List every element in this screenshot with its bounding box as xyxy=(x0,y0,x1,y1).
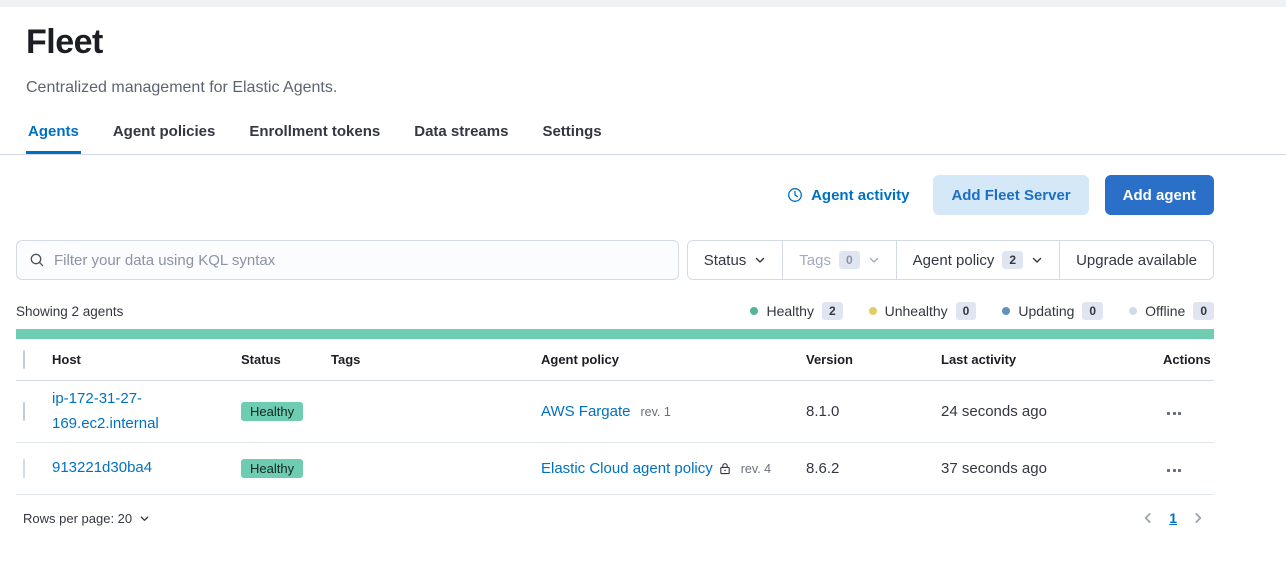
updating-count-badge: 0 xyxy=(1082,302,1103,320)
column-header-status: Status xyxy=(241,352,331,367)
health-legend: Healthy 2 Unhealthy 0 Updating 0 Offline… xyxy=(750,302,1214,320)
offline-count-badge: 0 xyxy=(1193,302,1214,320)
add-fleet-server-button[interactable]: Add Fleet Server xyxy=(933,175,1088,215)
policy-revision: rev. 1 xyxy=(640,405,670,419)
column-header-version: Version xyxy=(806,352,941,367)
policy-cell: AWS Fargate rev. 1 xyxy=(541,403,806,420)
status-badge: Healthy xyxy=(241,459,303,478)
tab-agents[interactable]: Agents xyxy=(26,123,81,154)
rows-per-page-selector[interactable]: Rows per page: 20 xyxy=(23,511,150,526)
tab-enrollment-tokens[interactable]: Enrollment tokens xyxy=(247,123,382,154)
table-row: 913221d30ba4 Healthy Elastic Cloud agent… xyxy=(16,443,1214,495)
filter-tags[interactable]: Tags 0 xyxy=(782,241,895,279)
clock-icon xyxy=(787,187,803,203)
table-row: ip-172-31-27-169.ec2.internal Healthy AW… xyxy=(16,381,1214,443)
main-content: Agent activity Add Fleet Server Add agen… xyxy=(16,175,1214,526)
tab-data-streams[interactable]: Data streams xyxy=(412,123,510,154)
filter-agent-policy-label: Agent policy xyxy=(913,252,995,269)
page-title: Fleet xyxy=(26,23,1260,62)
filter-upgrade-available[interactable]: Upgrade available xyxy=(1059,241,1213,279)
table-footer: Rows per page: 20 1 xyxy=(16,510,1214,526)
host-link[interactable]: 913221d30ba4 xyxy=(52,456,152,481)
healthy-dot-icon xyxy=(750,307,758,315)
kql-search-input[interactable] xyxy=(54,252,666,269)
kql-search-box[interactable] xyxy=(16,240,679,280)
filter-status-label: Status xyxy=(704,252,747,269)
legend-healthy-label: Healthy xyxy=(766,303,813,319)
chevron-down-icon xyxy=(1031,254,1043,266)
select-all-checkbox[interactable] xyxy=(23,350,25,369)
policy-cell: Elastic Cloud agent policy rev. 4 xyxy=(541,460,806,477)
column-header-policy: Agent policy xyxy=(541,352,806,367)
last-activity-cell: 24 seconds ago xyxy=(941,403,1163,420)
rows-per-page-label: Rows per page: 20 xyxy=(23,511,132,526)
page-number-1[interactable]: 1 xyxy=(1169,510,1177,526)
agents-count-text: Showing 2 agents xyxy=(16,304,123,319)
row-actions-icon[interactable] xyxy=(1163,406,1185,421)
unhealthy-count-badge: 0 xyxy=(956,302,977,320)
previous-page-icon[interactable] xyxy=(1141,511,1155,525)
page-header: Fleet Centralized management for Elastic… xyxy=(0,7,1286,154)
legend-offline-label: Offline xyxy=(1145,303,1185,319)
legend-unhealthy-label: Unhealthy xyxy=(885,303,948,319)
agent-activity-button[interactable]: Agent activity xyxy=(787,187,909,204)
status-badge: Healthy xyxy=(241,402,303,421)
next-page-icon[interactable] xyxy=(1191,511,1205,525)
summary-row: Showing 2 agents Healthy 2 Unhealthy 0 U… xyxy=(16,302,1214,320)
table-header-row: Host Status Tags Agent policy Version La… xyxy=(16,339,1214,381)
policy-link[interactable]: AWS Fargate xyxy=(541,403,630,420)
health-status-bar xyxy=(16,329,1214,339)
agent-activity-label: Agent activity xyxy=(811,187,909,204)
pagination: 1 xyxy=(1141,510,1205,526)
unhealthy-dot-icon xyxy=(869,307,877,315)
filter-tags-label: Tags xyxy=(799,252,831,269)
search-icon xyxy=(29,252,45,268)
row-actions-icon[interactable] xyxy=(1163,463,1185,478)
host-link[interactable]: ip-172-31-27-169.ec2.internal xyxy=(52,387,190,437)
tab-settings[interactable]: Settings xyxy=(540,123,603,154)
version-cell: 8.6.2 xyxy=(806,460,941,477)
page-subtitle: Centralized management for Elastic Agent… xyxy=(26,79,1260,97)
chevron-down-icon xyxy=(868,254,880,266)
column-header-host: Host xyxy=(52,352,241,367)
tab-bar: Agents Agent policies Enrollment tokens … xyxy=(26,123,1260,154)
filter-agent-policy[interactable]: Agent policy 2 xyxy=(896,241,1059,279)
last-activity-cell: 37 seconds ago xyxy=(941,460,1163,477)
search-filter-row: Status Tags 0 Agent policy 2 Up xyxy=(16,240,1214,280)
healthy-count-badge: 2 xyxy=(822,302,843,320)
legend-unhealthy: Unhealthy 0 xyxy=(869,302,977,320)
chevron-down-icon xyxy=(139,513,150,524)
add-agent-button[interactable]: Add agent xyxy=(1105,175,1214,215)
filter-status[interactable]: Status xyxy=(688,241,783,279)
column-header-last-activity: Last activity xyxy=(941,352,1163,367)
toolbar: Agent activity Add Fleet Server Add agen… xyxy=(16,175,1214,215)
legend-offline: Offline 0 xyxy=(1129,302,1214,320)
version-cell: 8.1.0 xyxy=(806,403,941,420)
chevron-down-icon xyxy=(754,254,766,266)
filter-upgrade-available-label: Upgrade available xyxy=(1076,252,1197,269)
row-checkbox[interactable] xyxy=(23,402,25,421)
policy-revision: rev. 4 xyxy=(741,462,771,476)
updating-dot-icon xyxy=(1002,307,1010,315)
agent-policy-count-badge: 2 xyxy=(1002,251,1023,269)
offline-dot-icon xyxy=(1129,307,1137,315)
agents-table: Host Status Tags Agent policy Version La… xyxy=(16,339,1214,495)
header-divider xyxy=(0,154,1286,155)
policy-link[interactable]: Elastic Cloud agent policy xyxy=(541,460,713,477)
column-header-tags: Tags xyxy=(331,352,541,367)
lock-icon xyxy=(719,462,731,475)
tab-agent-policies[interactable]: Agent policies xyxy=(111,123,218,154)
legend-healthy: Healthy 2 xyxy=(750,302,842,320)
column-header-actions: Actions xyxy=(1163,352,1219,367)
top-edge-strip xyxy=(0,0,1286,7)
legend-updating-label: Updating xyxy=(1018,303,1074,319)
tags-count-badge: 0 xyxy=(839,251,860,269)
filter-group: Status Tags 0 Agent policy 2 Up xyxy=(687,240,1214,280)
row-checkbox-disabled xyxy=(23,459,25,478)
legend-updating: Updating 0 xyxy=(1002,302,1103,320)
